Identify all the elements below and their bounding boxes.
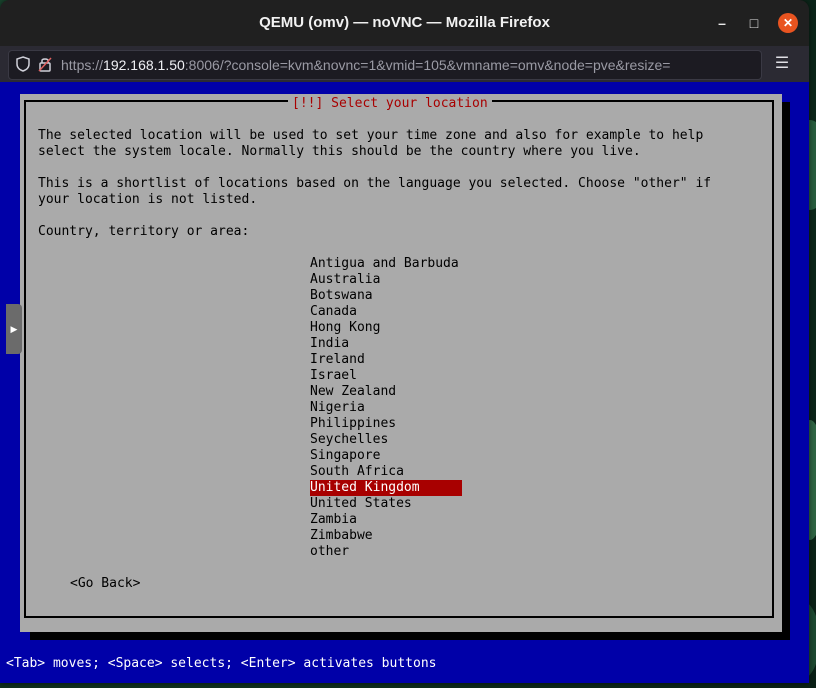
- url-prefix: https://: [61, 57, 104, 73]
- description-line: select the system locale. Normally this …: [38, 144, 641, 159]
- dialog-title: [!!] Select your location: [288, 95, 492, 113]
- list-item[interactable]: Nigeria: [310, 400, 462, 416]
- installer-dialog: [!!] Select your location The selected l…: [20, 94, 782, 632]
- hamburger-menu-icon[interactable]: ☰: [772, 54, 792, 74]
- list-item[interactable]: Australia: [310, 272, 462, 288]
- list-item[interactable]: South Africa: [310, 464, 462, 480]
- list-item[interactable]: Hong Kong: [310, 320, 462, 336]
- list-item[interactable]: Israel: [310, 368, 462, 384]
- list-item[interactable]: Seychelles: [310, 432, 462, 448]
- description-line: This is a shortlist of locations based o…: [38, 176, 712, 191]
- url-text[interactable]: https://192.168.1.50:8006/?console=kvm&n…: [61, 57, 755, 75]
- country-list[interactable]: Antigua and Barbuda Australia Botswana C…: [310, 256, 462, 560]
- lock-warning-icon[interactable]: [37, 56, 53, 72]
- navigation-bar: https://192.168.1.50:8006/?console=kvm&n…: [0, 46, 809, 82]
- window-title: QEMU (omv) — noVNC — Mozilla Firefox: [259, 14, 550, 31]
- list-item[interactable]: United States: [310, 496, 462, 512]
- list-item[interactable]: Ireland: [310, 352, 462, 368]
- url-rest: :8006/?console=kvm&novnc=1&vmid=105&vmna…: [184, 57, 671, 73]
- keyboard-hint: <Tab> moves; <Space> selects; <Enter> ac…: [6, 656, 437, 671]
- list-item[interactable]: other: [310, 544, 462, 560]
- description-line: The selected location will be used to se…: [38, 128, 704, 143]
- maximize-icon[interactable]: □: [744, 13, 764, 33]
- list-item[interactable]: Zimbabwe: [310, 528, 462, 544]
- shield-icon[interactable]: [15, 56, 31, 72]
- minimize-icon[interactable]: –: [712, 13, 732, 33]
- list-item-selected[interactable]: United Kingdom: [310, 480, 462, 496]
- country-prompt: Country, territory or area:: [38, 224, 250, 239]
- list-item[interactable]: Canada: [310, 304, 462, 320]
- list-item[interactable]: Singapore: [310, 448, 462, 464]
- description-line: your location is not listed.: [38, 192, 258, 207]
- list-item[interactable]: Antigua and Barbuda: [310, 256, 462, 272]
- list-item[interactable]: Philippines: [310, 416, 462, 432]
- list-item[interactable]: New Zealand: [310, 384, 462, 400]
- url-host: 192.168.1.50: [103, 57, 185, 73]
- title-bar: QEMU (omv) — noVNC — Mozilla Firefox – □…: [0, 0, 809, 46]
- list-item[interactable]: India: [310, 336, 462, 352]
- go-back-button[interactable]: <Go Back>: [70, 576, 140, 592]
- url-bar[interactable]: https://192.168.1.50:8006/?console=kvm&n…: [8, 50, 762, 80]
- novnc-sidebar-handle-icon[interactable]: ▶: [6, 304, 22, 354]
- list-item[interactable]: Zambia: [310, 512, 462, 528]
- browser-window: QEMU (omv) — noVNC — Mozilla Firefox – □…: [0, 0, 809, 683]
- close-icon[interactable]: ✕: [778, 13, 798, 33]
- vnc-console[interactable]: [!!] Select your location The selected l…: [0, 82, 809, 683]
- list-item[interactable]: Botswana: [310, 288, 462, 304]
